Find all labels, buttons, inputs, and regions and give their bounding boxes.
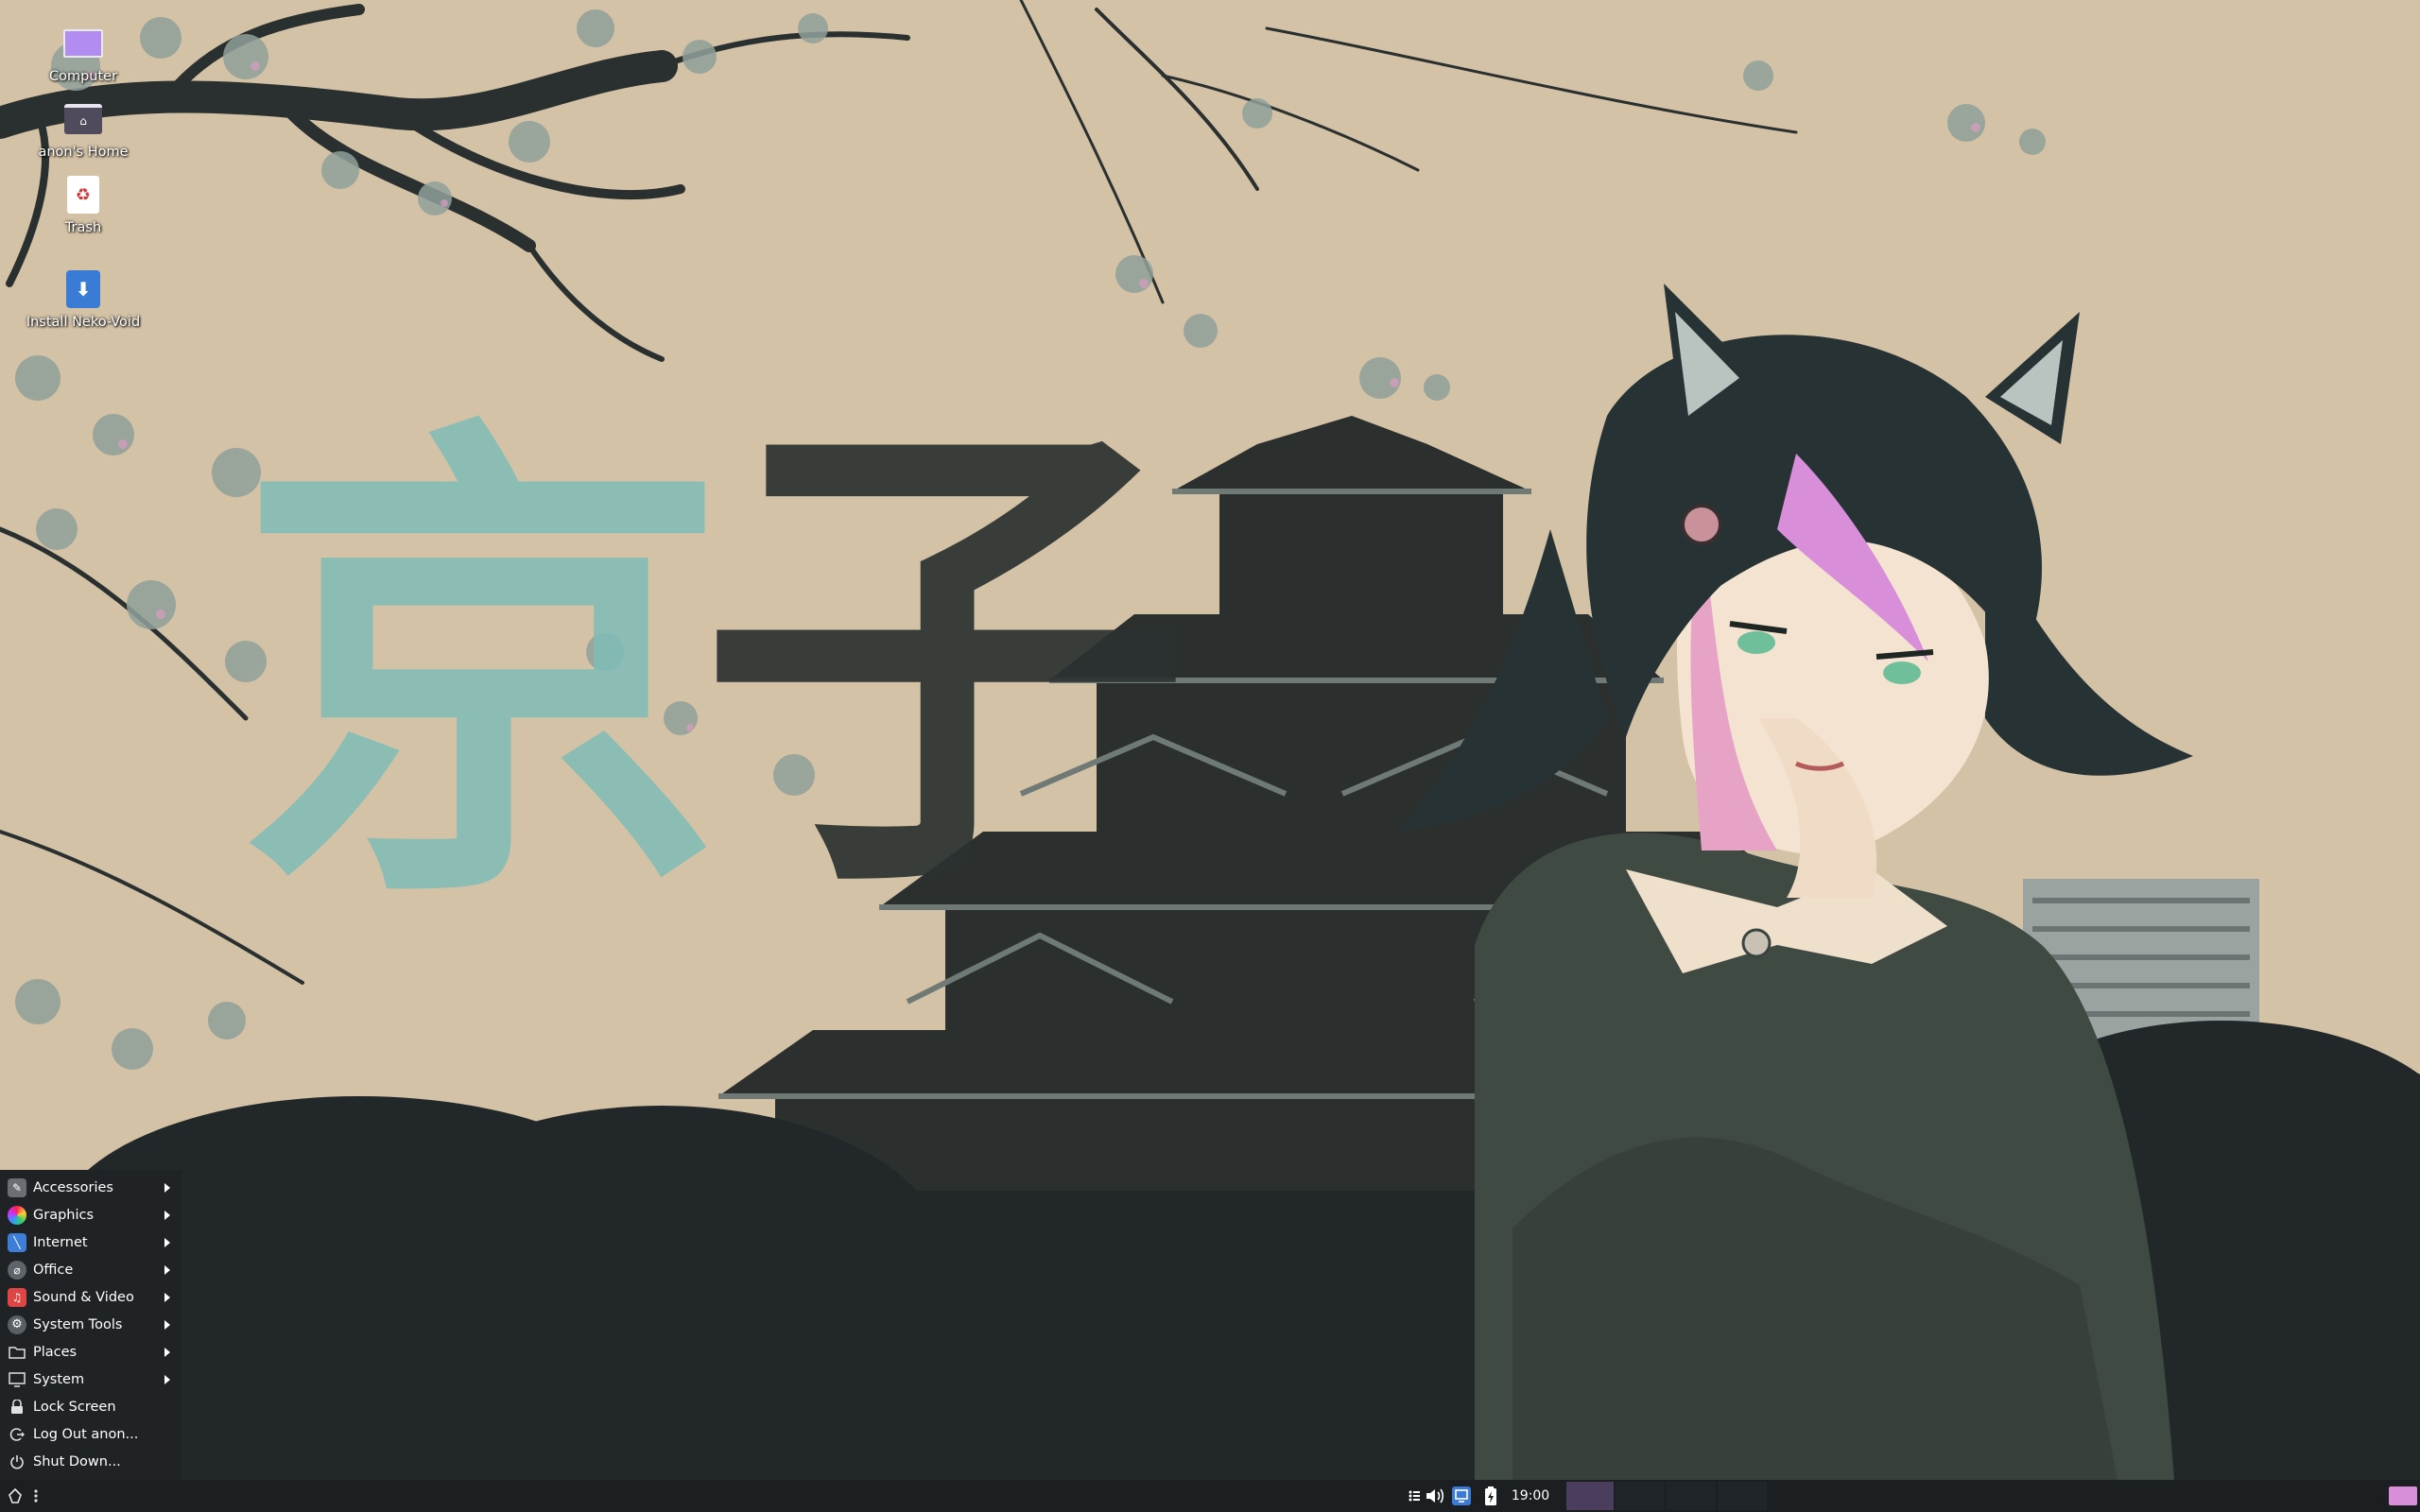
clock-time: 19:00 bbox=[1511, 1488, 1550, 1503]
submenu-arrow-icon bbox=[164, 1238, 170, 1247]
menu-item-log-out[interactable]: Log Out anon... bbox=[0, 1420, 182, 1448]
menu-icon bbox=[1409, 1490, 1420, 1502]
network-icon bbox=[1452, 1486, 1471, 1505]
menu-item-graphics[interactable]: Graphics bbox=[0, 1201, 182, 1228]
graphics-icon bbox=[8, 1205, 26, 1225]
office-icon: ⌀ bbox=[8, 1260, 26, 1280]
submenu-arrow-icon bbox=[164, 1320, 170, 1330]
power-manager-button[interactable] bbox=[1480, 1480, 1501, 1512]
menu-item-label: Internet bbox=[33, 1234, 88, 1250]
panel-handle[interactable] bbox=[30, 1480, 42, 1512]
lock-icon bbox=[8, 1398, 26, 1417]
workspace-2[interactable] bbox=[1616, 1482, 1665, 1510]
menu-item-label: Graphics bbox=[33, 1207, 95, 1223]
desktop-icon-label: Computer bbox=[48, 69, 118, 84]
menu-item-label: Places bbox=[33, 1344, 78, 1360]
internet-icon: ╲ bbox=[8, 1232, 26, 1252]
drag-handle-icon bbox=[34, 1489, 38, 1503]
workspace-1[interactable] bbox=[1566, 1482, 1614, 1510]
menu-item-shut-down[interactable]: Shut Down... bbox=[0, 1448, 182, 1475]
desktop-icon-label: Trash bbox=[64, 220, 102, 235]
desktop-icon-installer[interactable]: ⬇ Install Neko-Void bbox=[3, 268, 164, 331]
svg-text:京: 京 bbox=[236, 385, 728, 957]
network-button[interactable] bbox=[1450, 1480, 1473, 1512]
menu-item-accessories[interactable]: ✎ Accessories bbox=[0, 1174, 182, 1201]
menu-item-label: System Tools bbox=[33, 1316, 123, 1332]
desktop-wallpaper: 京 子 bbox=[0, 0, 2420, 1512]
submenu-arrow-icon bbox=[164, 1293, 170, 1302]
tray-menu-button[interactable] bbox=[1407, 1480, 1422, 1512]
workspace-3[interactable] bbox=[1667, 1482, 1716, 1510]
desktop-icon-trash[interactable]: ♻ Trash bbox=[3, 174, 164, 236]
start-menu-button[interactable] bbox=[4, 1480, 26, 1512]
computer-icon bbox=[60, 23, 106, 64]
logout-icon bbox=[8, 1425, 26, 1444]
desktop-icon-label: Install Neko-Void bbox=[26, 315, 141, 330]
system-tools-icon: ⚙ bbox=[8, 1314, 26, 1334]
kanji-artwork: 京 子 bbox=[236, 375, 1191, 957]
menu-item-label: Lock Screen bbox=[33, 1399, 116, 1415]
clock[interactable]: 19:00 bbox=[1507, 1480, 1554, 1512]
menu-item-label: Sound & Video bbox=[33, 1289, 134, 1305]
menu-item-lock-screen[interactable]: Lock Screen bbox=[0, 1393, 182, 1420]
monitor-icon bbox=[8, 1370, 26, 1389]
workspace-4[interactable] bbox=[1718, 1482, 1767, 1510]
volume-button[interactable] bbox=[1424, 1480, 1446, 1512]
home-folder-icon: ⌂ bbox=[60, 98, 106, 140]
distro-logo-icon bbox=[9, 1487, 22, 1503]
installer-icon: ⬇ bbox=[60, 268, 106, 310]
submenu-arrow-icon bbox=[164, 1348, 170, 1357]
menu-item-label: Office bbox=[33, 1262, 74, 1278]
submenu-arrow-icon bbox=[164, 1265, 170, 1275]
show-desktop-icon bbox=[2389, 1486, 2417, 1505]
desktop-icon-home[interactable]: ⌂ anon's Home bbox=[3, 98, 164, 161]
menu-item-places[interactable]: Places bbox=[0, 1338, 182, 1366]
battery-icon bbox=[1485, 1486, 1496, 1505]
menu-item-sound-video[interactable]: ♫ Sound & Video bbox=[0, 1283, 182, 1311]
folder-icon bbox=[8, 1343, 26, 1362]
submenu-arrow-icon bbox=[164, 1375, 170, 1384]
menu-item-label: Shut Down... bbox=[33, 1453, 121, 1469]
menu-item-office[interactable]: ⌀ Office bbox=[0, 1256, 182, 1283]
accessories-icon: ✎ bbox=[8, 1177, 26, 1197]
menu-item-label: Accessories bbox=[33, 1179, 113, 1195]
menu-item-label: System bbox=[33, 1371, 85, 1387]
submenu-arrow-icon bbox=[164, 1183, 170, 1193]
show-desktop-button[interactable] bbox=[2388, 1480, 2418, 1512]
menu-item-internet[interactable]: ╲ Internet bbox=[0, 1228, 182, 1256]
sound-video-icon: ♫ bbox=[8, 1287, 26, 1307]
svg-text:子: 子 bbox=[700, 375, 1191, 948]
taskbar: 19:00 bbox=[0, 1480, 2420, 1512]
desktop-icon-computer[interactable]: Computer bbox=[3, 23, 164, 85]
power-icon bbox=[8, 1452, 26, 1471]
menu-item-system-tools[interactable]: ⚙ System Tools bbox=[0, 1311, 182, 1338]
desktop-icon-label: anon's Home bbox=[38, 145, 129, 160]
submenu-arrow-icon bbox=[164, 1211, 170, 1220]
menu-item-label: Log Out anon... bbox=[33, 1426, 139, 1442]
trash-icon: ♻ bbox=[60, 174, 106, 215]
menu-item-system[interactable]: System bbox=[0, 1366, 182, 1393]
application-menu: ✎ Accessories Graphics ╲ Internet ⌀ Offi… bbox=[0, 1170, 182, 1480]
volume-icon bbox=[1426, 1488, 1444, 1503]
